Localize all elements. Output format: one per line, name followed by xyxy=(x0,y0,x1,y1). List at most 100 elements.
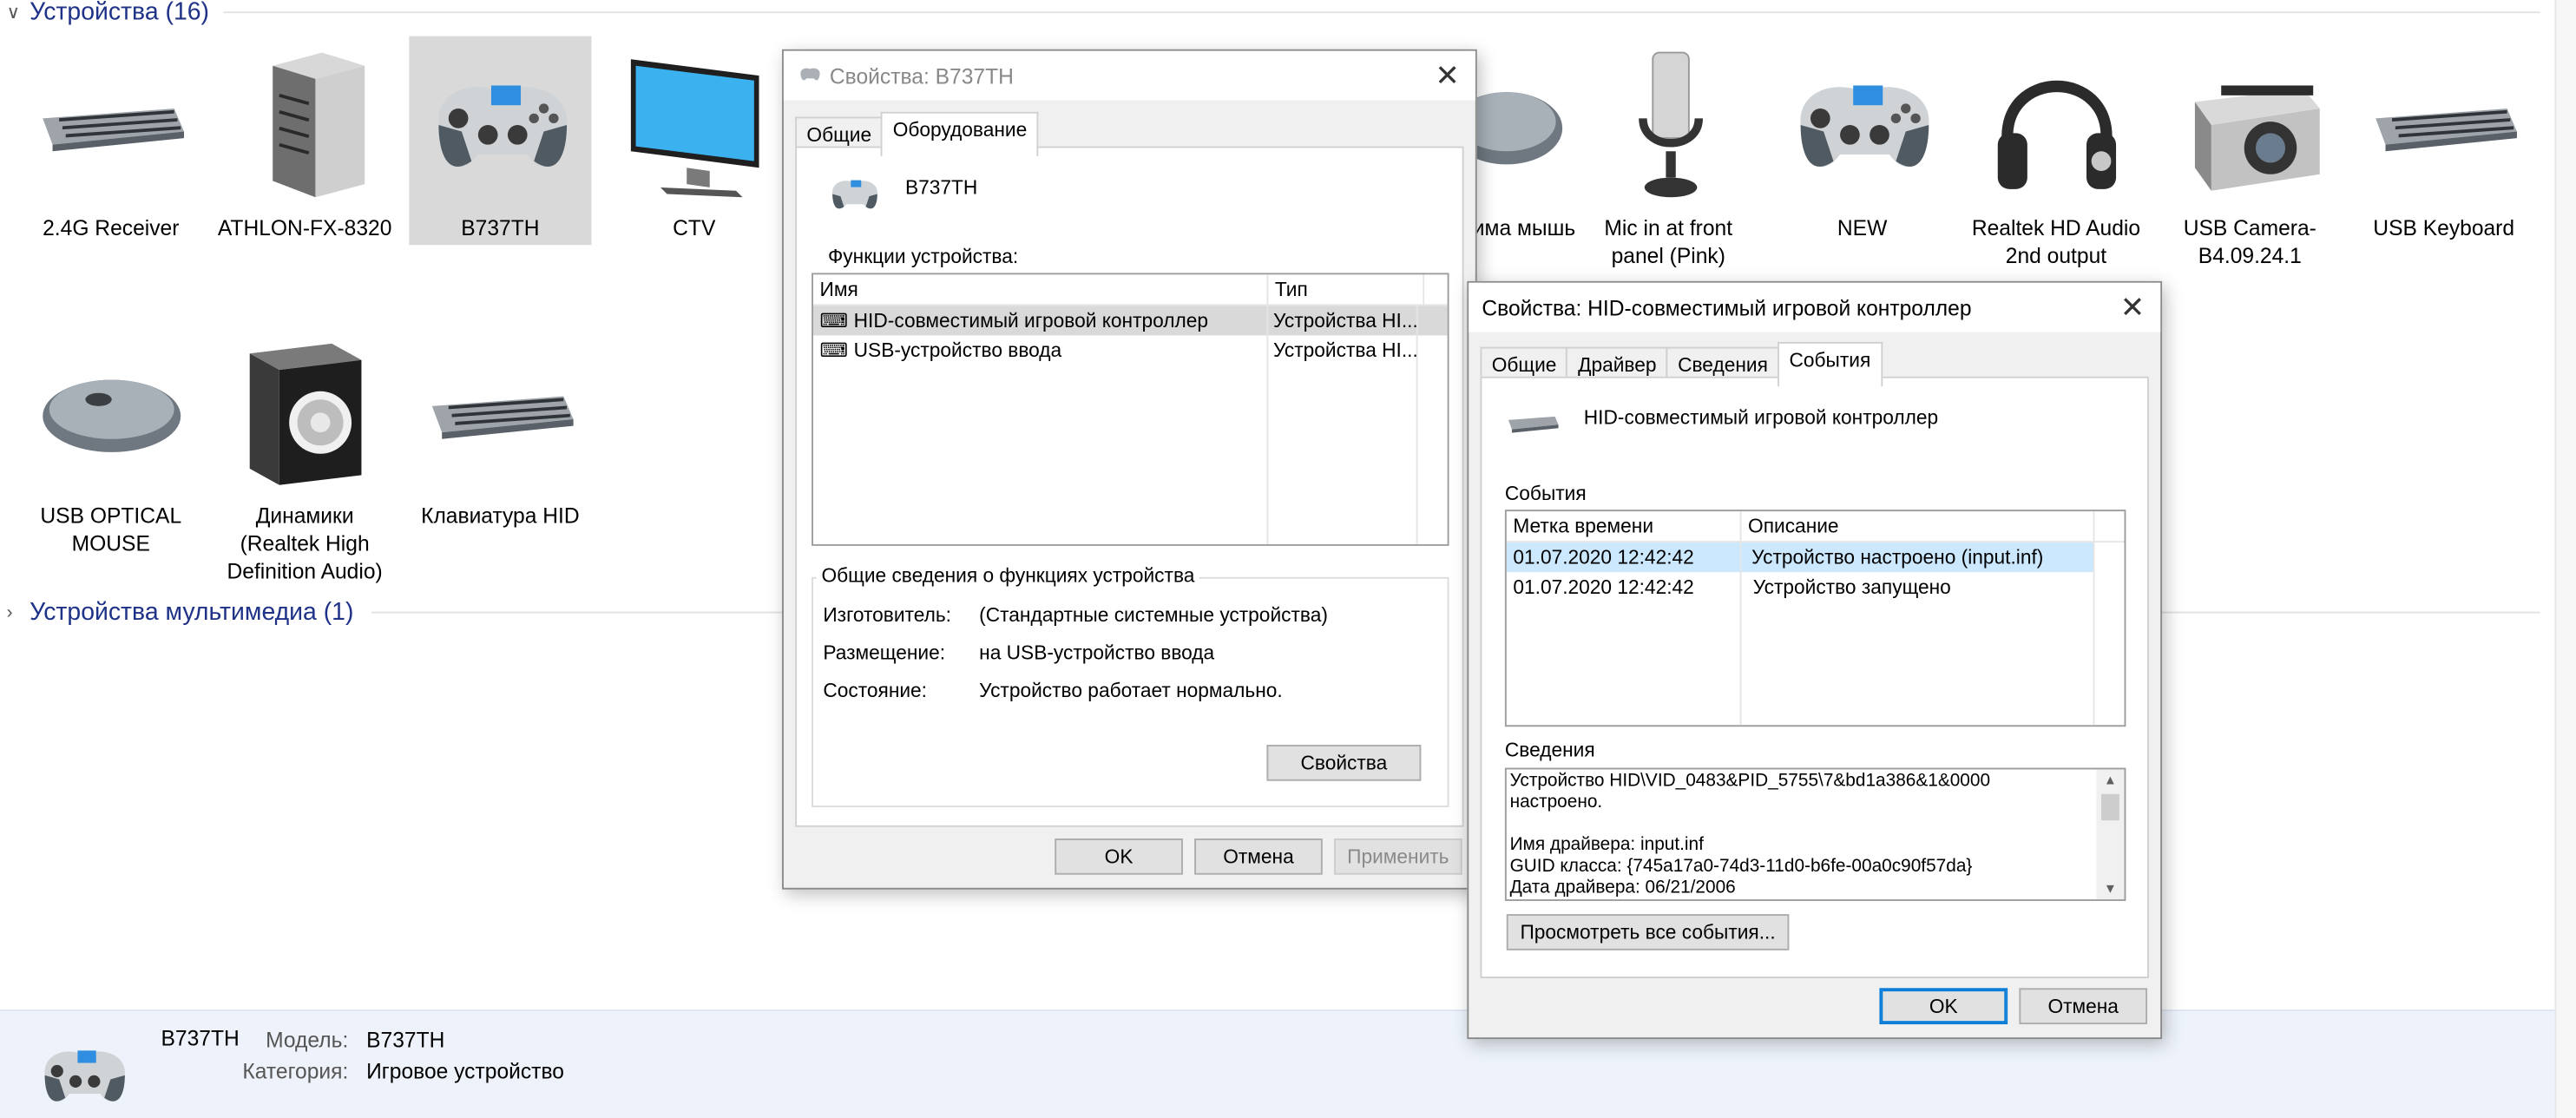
cancel-button[interactable]: Отмена xyxy=(1194,838,1323,875)
device-realtek-output[interactable]: Realtek HD Audio 2nd output (Realtek xyxy=(1965,36,2147,270)
scroll-down-icon[interactable]: ▼ xyxy=(2096,878,2124,899)
chevron-down-icon: ∨ xyxy=(6,3,20,23)
device-usb-keyboard[interactable]: USB Keyboard xyxy=(2353,36,2535,242)
device-label: USB Keyboard xyxy=(2373,215,2515,240)
tab-hardware[interactable]: Оборудование xyxy=(881,111,1039,156)
column-divider xyxy=(1739,541,1742,726)
details-scrollbar[interactable]: ▲ ▼ xyxy=(2096,769,2125,900)
device-usb-optical-mouse[interactable]: USB OPTICAL MOUSE xyxy=(20,324,202,557)
device-label: Realtek HD Audio 2nd output (Realtek xyxy=(1971,215,2141,268)
gamepad-icon xyxy=(1771,36,1954,214)
list-item[interactable]: ⌨ HID-совместимый игровой контроллер Уст… xyxy=(812,306,1448,336)
mouse-icon xyxy=(20,324,202,502)
apply-button[interactable]: Применить xyxy=(1334,838,1462,875)
scroll-thumb[interactable] xyxy=(2101,793,2119,821)
gamepad-icon xyxy=(826,171,882,222)
dialog-title: Свойства: HID-совместимый игровой контро… xyxy=(1482,294,1972,320)
device-2-4g-receiver[interactable]: 2.4G Receiver xyxy=(20,36,202,242)
model-label: Модель: xyxy=(266,1027,349,1053)
events-panel: HID-совместимый игровой контроллер Событ… xyxy=(1480,376,2149,978)
list-header: Метка времени Описание xyxy=(1506,511,2125,543)
device-b737th[interactable]: B737TH xyxy=(409,36,592,246)
event-time: 01.07.2020 12:42:42 xyxy=(1513,545,1694,569)
list-item[interactable]: 01.07.2020 12:42:42 Устройство запущено xyxy=(1507,572,2125,602)
device-athlon[interactable]: ATHLON-FX-8320 xyxy=(214,36,396,242)
device-label: CTV xyxy=(673,215,716,240)
events-list[interactable]: Метка времени Описание 01.07.2020 12:42:… xyxy=(1504,510,2126,727)
multimedia-group-header[interactable]: › Устройства мультимедиа (1) xyxy=(7,598,354,626)
events-label: События xyxy=(1504,481,1587,505)
event-description: Устройство запущено xyxy=(1752,575,1951,599)
properties-button[interactable]: Свойства xyxy=(1266,745,1422,781)
details-line: Устройство HID\VID_0483&PID_5755\7&bd1a3… xyxy=(1509,771,1991,792)
device-label: B737TH xyxy=(461,215,540,240)
event-time: 01.07.2020 12:42:42 xyxy=(1513,575,1694,599)
gamepad-icon xyxy=(797,63,823,88)
column-divider xyxy=(1266,304,1269,544)
gamepad-icon xyxy=(409,36,591,214)
summary-title: Общие сведения о функциях устройства xyxy=(816,563,1200,588)
details-line: Дата драйвера: 06/21/2006 xyxy=(1509,878,1736,898)
column-type[interactable]: Тип xyxy=(1268,274,1425,305)
details-textbox[interactable]: Устройство HID\VID_0483&PID_5755\7&bd1a3… xyxy=(1504,767,2126,901)
model-value: B737TH xyxy=(366,1027,445,1053)
tab-events[interactable]: События xyxy=(1778,341,1883,387)
ok-button[interactable]: OK xyxy=(1055,838,1183,875)
function-type: Устройства HI... xyxy=(1272,309,1418,332)
device-label: USB Camera-B4.09.24.1 xyxy=(2183,215,2316,268)
function-name: HID-совместимый игровой контроллер xyxy=(853,309,1209,332)
functions-label: Функции устройства: xyxy=(828,245,1019,268)
usb-input-icon: ⌨ xyxy=(819,339,854,362)
keyboard-icon xyxy=(409,324,591,502)
column-description[interactable]: Описание xyxy=(1741,511,2095,542)
devices-group-header[interactable]: ∨ Устройства (16) xyxy=(7,0,209,26)
details-line xyxy=(1510,814,2088,836)
dialog-titlebar[interactable]: Свойства: B737TH ✕ xyxy=(783,50,1475,101)
device-name: B737TH xyxy=(904,175,978,200)
microphone-icon xyxy=(1577,36,1759,214)
status-label: Состояние: xyxy=(823,679,928,702)
location-label: Размещение: xyxy=(823,641,946,665)
column-divider xyxy=(2093,541,2095,726)
scroll-up-icon[interactable]: ▲ xyxy=(2096,769,2124,791)
chevron-right-icon: › xyxy=(6,602,13,622)
list-item[interactable]: 01.07.2020 12:42:42 Устройство настроено… xyxy=(1506,543,2095,573)
ok-button[interactable]: OK xyxy=(1879,988,2008,1025)
functions-list[interactable]: Имя Тип ⌨ HID-совместимый игровой контро… xyxy=(812,273,1449,546)
camera-icon xyxy=(2159,36,2341,214)
device-ctv[interactable]: CTV xyxy=(603,36,785,242)
properties-dialog-b737th: Свойства: B737TH ✕ Общие Оборудование B7… xyxy=(782,49,1477,890)
category-value: Игровое устройство xyxy=(366,1058,564,1084)
headphones-icon xyxy=(1965,36,2147,214)
list-item[interactable]: ⌨ USB-устройство ввода Устройства HI... xyxy=(813,335,1448,365)
multimedia-group-label: Устройства мультимедиа (1) xyxy=(30,598,354,627)
details-device-name: B737TH xyxy=(161,1025,240,1051)
close-icon[interactable]: ✕ xyxy=(2105,290,2160,325)
cancel-button[interactable]: Отмена xyxy=(2019,988,2148,1025)
details-label: Сведения xyxy=(1504,738,1595,761)
category-label: Категория: xyxy=(242,1058,349,1084)
event-description: Устройство настроено (input.inf) xyxy=(1751,545,2044,569)
device-label: NEW xyxy=(1837,215,1888,240)
computer-tower-icon xyxy=(214,36,396,214)
column-timestamp[interactable]: Метка времени xyxy=(1507,511,1742,542)
gamepad-icon: ⌨ xyxy=(819,309,854,332)
window-scrollbar[interactable] xyxy=(2554,0,2576,1118)
gamepad-icon xyxy=(33,1034,135,1118)
details-pane: B737TH Модель: B737TH Категория: Игровое… xyxy=(0,1009,2555,1118)
device-speakers[interactable]: Динамики (Realtek High Definition Audio) xyxy=(214,324,396,585)
device-label: 2.4G Receiver xyxy=(43,215,180,240)
manufacturer-label: Изготовитель: xyxy=(823,603,951,627)
device-mic[interactable]: Mic in at front panel (Pink) (Realtek Hi… xyxy=(1577,36,1759,270)
dialog-titlebar[interactable]: Свойства: HID-совместимый игровой контро… xyxy=(1469,282,2161,332)
column-divider xyxy=(1416,304,1418,544)
device-label: Mic in at front panel (Pink) (Realtek Hi… xyxy=(1604,215,1733,268)
device-new[interactable]: NEW xyxy=(1771,36,1954,242)
view-all-events-button[interactable]: Просмотреть все события... xyxy=(1506,914,1790,950)
details-line: Имя драйвера: input.inf xyxy=(1509,835,1704,855)
device-usb-camera[interactable]: USB Camera-B4.09.24.1 xyxy=(2159,36,2341,270)
device-hid-keyboard[interactable]: Клавиатура HID xyxy=(409,324,591,529)
speaker-icon xyxy=(214,324,396,502)
column-name[interactable]: Имя xyxy=(813,274,1269,305)
close-icon[interactable]: ✕ xyxy=(1419,58,1475,93)
